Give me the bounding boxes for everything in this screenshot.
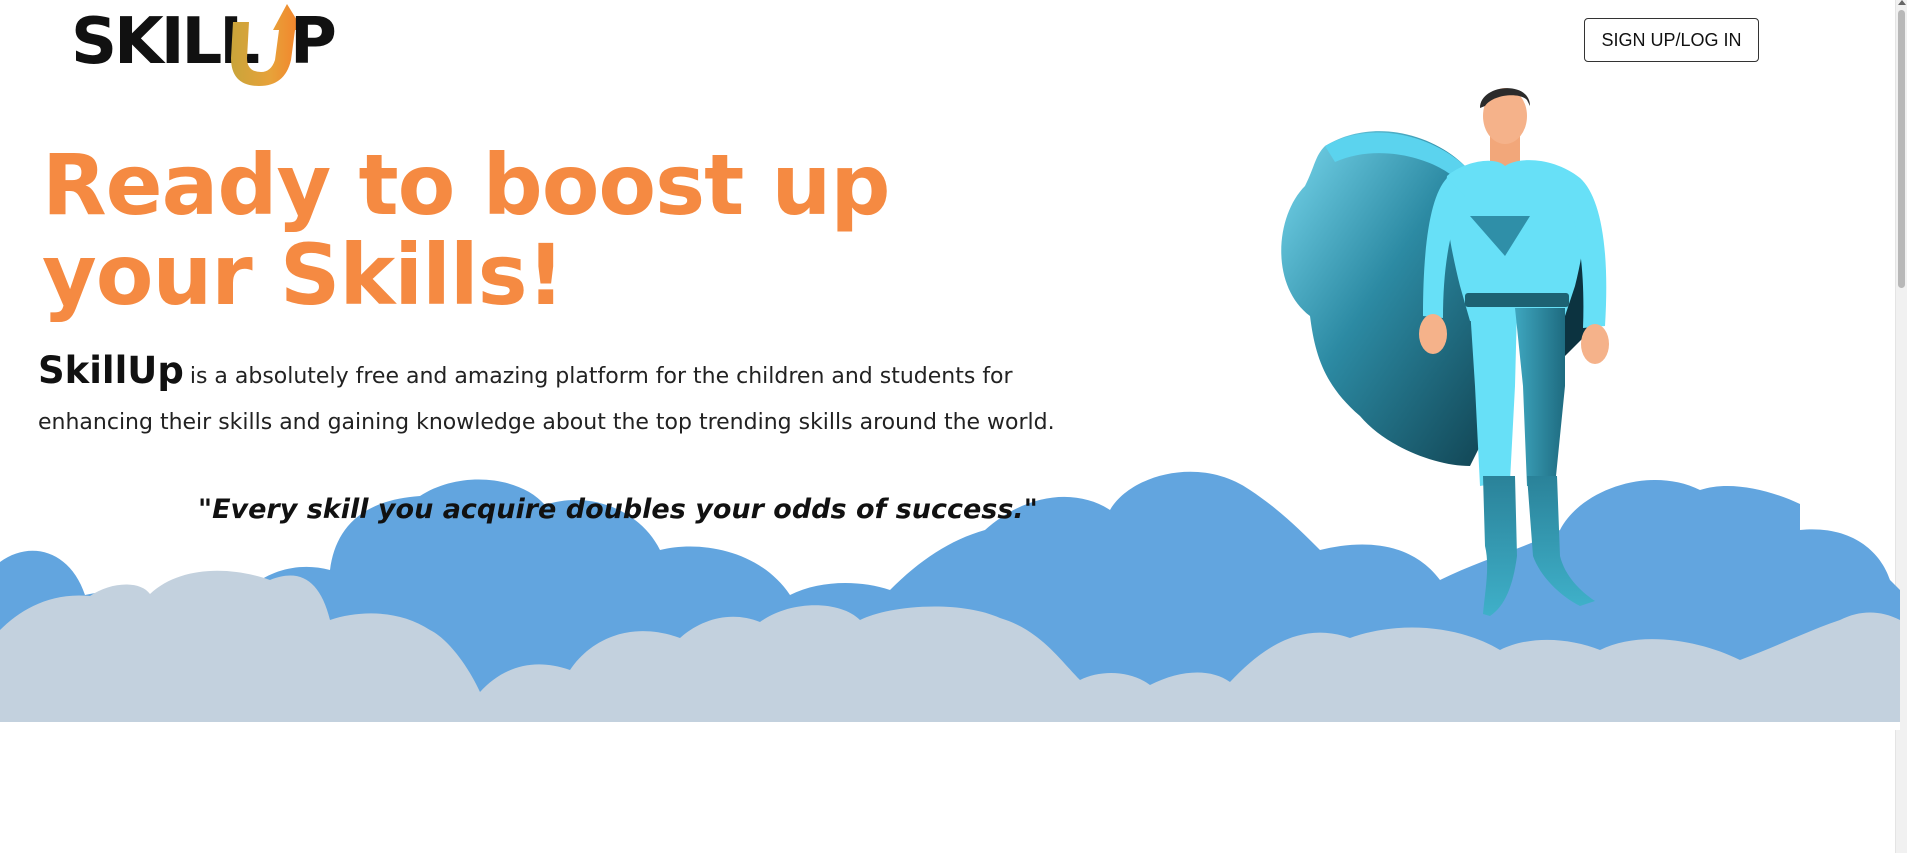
logo-text-p: P xyxy=(290,5,337,79)
hero-quote: "Every skill you acquire doubles your od… xyxy=(198,494,1038,525)
description-text: is a absolutely free and amazing platfor… xyxy=(38,364,1055,435)
landing-page: SKILL P SIGN UP/LOG IN Ready to boost up… xyxy=(0,0,1907,853)
hero-title: Ready to boost up your Skills! xyxy=(42,136,890,324)
signup-login-button[interactable]: SIGN UP/LOG IN xyxy=(1584,18,1759,62)
scroll-up-arrow-icon[interactable] xyxy=(1898,0,1906,5)
scrollbar-thumb[interactable] xyxy=(1898,10,1905,288)
skillup-logo[interactable]: SKILL P xyxy=(71,0,341,88)
superhero-illustration xyxy=(1281,88,1609,616)
hero-description: SkillUp is a absolutely free and amazing … xyxy=(38,348,1098,446)
brand-name: SkillUp xyxy=(38,349,184,392)
